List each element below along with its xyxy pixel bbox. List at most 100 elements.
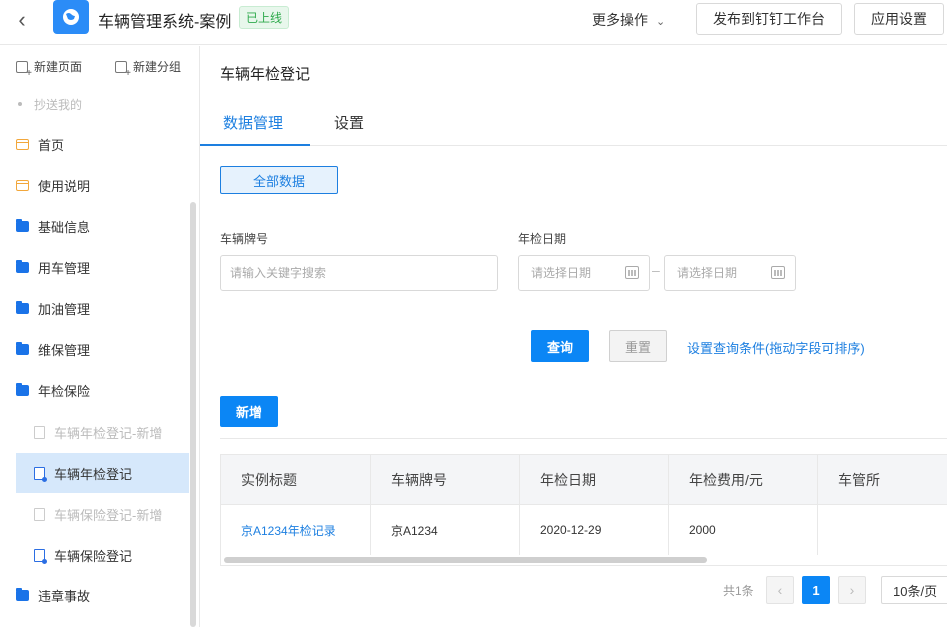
current-page-button[interactable]: 1 <box>802 576 830 604</box>
sidebar-subitem-inspection-new[interactable]: 车辆年检登记-新增 <box>16 412 189 452</box>
app-settings-button[interactable]: 应用设置 <box>854 3 944 35</box>
prev-page-button[interactable]: ‹ <box>766 576 794 604</box>
report-icon <box>34 466 47 482</box>
folder-icon <box>16 341 29 355</box>
calendar-icon[interactable] <box>625 266 639 279</box>
column-header[interactable]: 年检日期 <box>520 455 669 505</box>
sidebar-item-label: 抄送我的 <box>34 98 83 112</box>
folder-icon <box>16 587 29 601</box>
pagination-total: 共1条 <box>723 584 754 598</box>
table-cell <box>818 505 947 555</box>
date-end-picker[interactable] <box>664 255 796 291</box>
sidebar-item-basic-info[interactable]: 基础信息 <box>16 207 189 245</box>
plate-search-input[interactable] <box>220 255 498 291</box>
column-header[interactable]: 实例标题 <box>221 455 371 505</box>
column-header[interactable]: 车辆牌号 <box>371 455 520 505</box>
page-icon <box>16 138 29 150</box>
top-bar: ‹ 车辆管理系统-案例 已上线 更多操作 ⌄ 发布到钉钉工作台 应用设置 <box>0 0 947 45</box>
tab-bar: 数据管理 设置 <box>200 98 947 146</box>
app-logo-icon <box>53 0 89 34</box>
main-content: 车辆年检登记 数据管理 设置 全部数据 车辆牌号 年检日期 – 查询 重置 设置… <box>200 46 947 627</box>
sidebar-item-label: 车辆年检登记 <box>54 466 133 482</box>
data-table: 实例标题 车辆牌号 年检日期 年检费用/元 车管所 京A1234年检记录 京A1… <box>220 454 947 566</box>
date-field-label: 年检日期 <box>518 232 567 246</box>
table-cell: 京A1234 <box>371 505 520 555</box>
set-query-conditions-link[interactable]: 设置查询条件(拖动字段可排序) <box>687 338 865 357</box>
sidebar-item-label: 年检保险 <box>38 383 91 399</box>
sidebar-item-label: 车辆保险登记-新增 <box>54 507 163 523</box>
active-tab-indicator <box>200 144 310 146</box>
sidebar-item-label: 使用说明 <box>38 178 91 194</box>
new-page-label: 新建页面 <box>34 60 83 74</box>
tab-settings[interactable]: 设置 <box>334 112 364 133</box>
new-group-label: 新建分组 <box>133 60 182 74</box>
app-title: 车辆管理系统-案例 <box>98 14 232 31</box>
chevron-left-icon: ‹ <box>777 582 783 598</box>
sidebar-scrollbar[interactable] <box>190 202 196 627</box>
query-button[interactable]: 查询 <box>531 330 589 362</box>
sidebar-item-label: 违章事故 <box>38 588 91 604</box>
status-badge: 已上线 <box>239 6 290 29</box>
table-row[interactable]: 京A1234年检记录 京A1234 2020-12-29 2000 <box>221 505 947 555</box>
plate-field-label: 车辆牌号 <box>220 232 269 246</box>
sidebar-item-violations[interactable]: 违章事故 <box>16 576 189 614</box>
sidebar-item-home[interactable]: 首页 <box>16 125 189 163</box>
more-operations-label: 更多操作 <box>592 12 648 28</box>
date-end-input[interactable] <box>665 256 765 290</box>
sidebar-item-instructions[interactable]: 使用说明 <box>16 166 189 204</box>
table-cell-title-link[interactable]: 京A1234年检记录 <box>221 505 371 555</box>
new-group-icon <box>115 61 131 79</box>
sidebar-item-label: 车辆保险登记 <box>54 548 133 564</box>
sidebar-item-cc-me[interactable]: 抄送我的 <box>18 96 82 113</box>
sidebar-item-refuel[interactable]: 加油管理 <box>16 289 189 327</box>
sidebar-item-label: 维保管理 <box>38 342 91 358</box>
report-icon <box>34 548 47 564</box>
dot-icon <box>18 102 22 106</box>
date-start-picker[interactable] <box>518 255 650 291</box>
calendar-icon[interactable] <box>771 266 785 279</box>
folder-open-icon <box>16 382 29 396</box>
sidebar-item-label: 用车管理 <box>38 260 91 276</box>
table-horizontal-scrollbar[interactable] <box>224 557 707 563</box>
table-cell: 2000 <box>669 505 818 555</box>
page-size-select[interactable]: 10条/页 <box>881 576 947 604</box>
folder-icon <box>16 218 29 232</box>
sidebar-subitem-insurance-new[interactable]: 车辆保险登记-新增 <box>16 494 189 534</box>
next-page-button[interactable]: › <box>838 576 866 604</box>
tab-data-management[interactable]: 数据管理 <box>223 112 283 133</box>
chevron-right-icon: › <box>849 582 855 598</box>
sidebar-item-maintenance[interactable]: 维保管理 <box>16 330 189 368</box>
form-icon <box>34 507 45 521</box>
folder-icon <box>16 300 29 314</box>
page-title: 车辆年检登记 <box>220 66 311 83</box>
date-start-input[interactable] <box>519 256 619 290</box>
sidebar-item-label: 车辆年检登记-新增 <box>54 425 163 441</box>
add-button[interactable]: 新增 <box>220 396 278 427</box>
sidebar-subitem-insurance[interactable]: 车辆保险登记 <box>16 535 189 575</box>
chevron-down-icon: ⌄ <box>656 16 666 28</box>
table-header: 实例标题 车辆牌号 年检日期 年检费用/元 车管所 <box>221 455 947 505</box>
divider <box>220 438 947 439</box>
sidebar-item-inspection-insurance[interactable]: 年检保险 <box>16 371 189 409</box>
new-page-button[interactable]: 新建页面 <box>16 58 83 79</box>
sidebar-subitem-inspection[interactable]: 车辆年检登记 <box>16 453 189 493</box>
sidebar-item-label: 加油管理 <box>38 301 91 317</box>
back-arrow-icon[interactable]: ‹ <box>10 8 34 32</box>
more-operations-dropdown[interactable]: 更多操作 ⌄ <box>592 10 665 30</box>
table-cell: 2020-12-29 <box>520 505 669 555</box>
publish-to-dingtalk-button[interactable]: 发布到钉钉工作台 <box>696 3 842 35</box>
form-icon <box>34 425 45 439</box>
sidebar-actions: 新建页面 新建分组 <box>0 46 199 84</box>
column-header[interactable]: 车管所 <box>818 455 947 505</box>
sidebar-item-vehicle-use[interactable]: 用车管理 <box>16 248 189 286</box>
new-page-icon <box>16 61 32 79</box>
column-header[interactable]: 年检费用/元 <box>669 455 818 505</box>
sidebar-item-label: 首页 <box>38 137 65 153</box>
new-group-button[interactable]: 新建分组 <box>115 58 182 79</box>
sidebar: 新建页面 新建分组 抄送我的 首页 使用说明 基础信息 用车管理 加油管理 维保… <box>0 46 200 627</box>
page-icon <box>16 179 29 191</box>
folder-icon <box>16 259 29 273</box>
reset-button[interactable]: 重置 <box>609 330 667 362</box>
all-data-button[interactable]: 全部数据 <box>220 166 338 194</box>
date-range-separator: – <box>652 262 660 278</box>
